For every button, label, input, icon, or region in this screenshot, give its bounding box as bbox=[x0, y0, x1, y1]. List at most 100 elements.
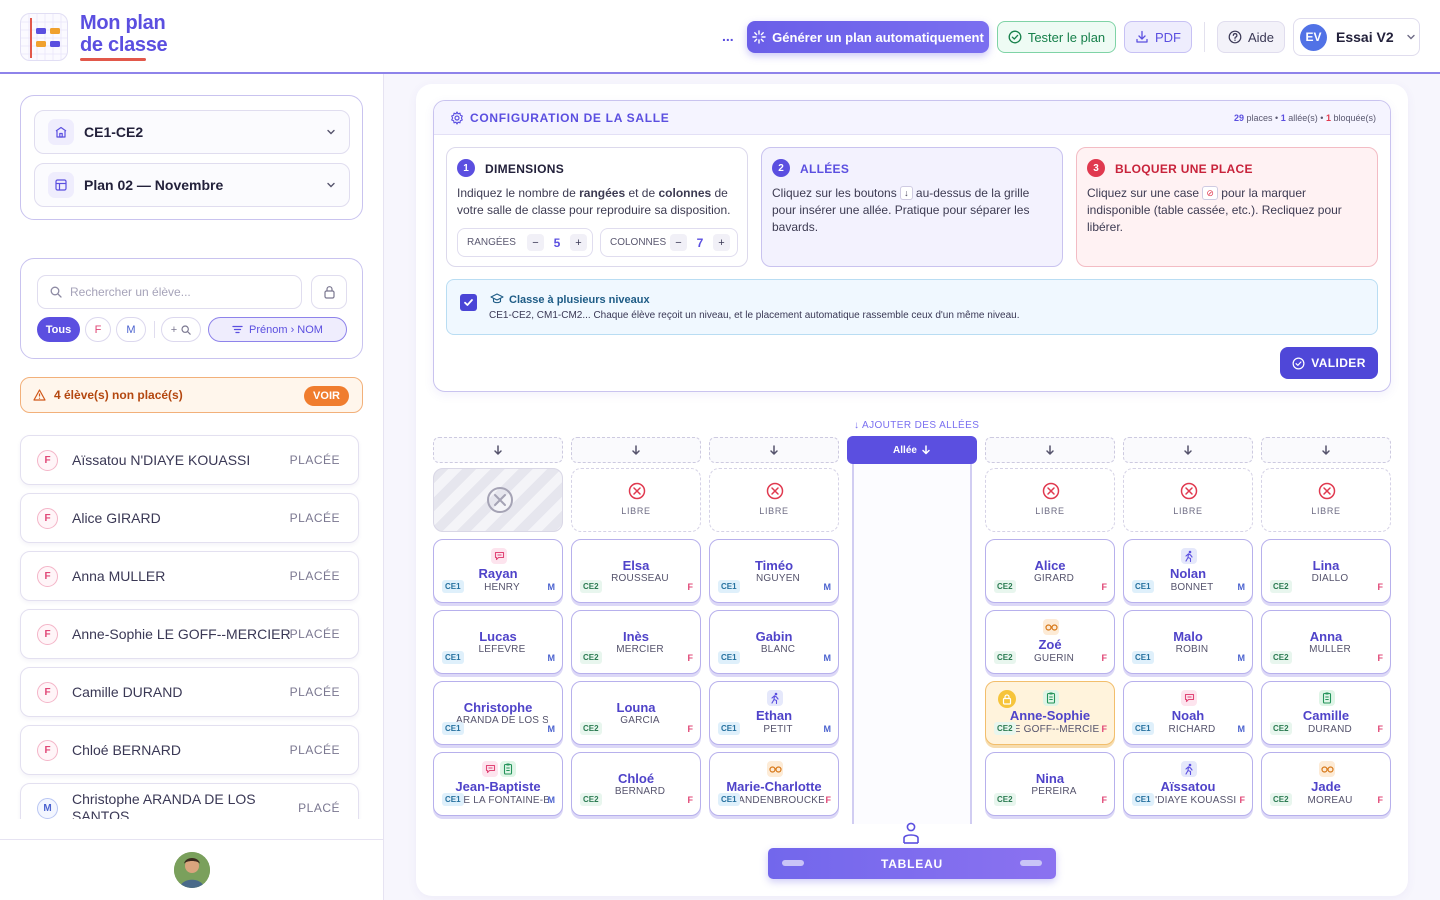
student-list-item[interactable]: F Anne-Sophie LE GOFF--MERCIER PLACÉE bbox=[20, 609, 359, 659]
student-list-item[interactable]: F Chloé BERNARD PLACÉE bbox=[20, 725, 359, 775]
student-seat[interactable]: Gabin BLANC CE1 M bbox=[709, 610, 839, 674]
student-seat[interactable]: Marie-CharlotteVANDENBROUCKE-LEMOINECE1 F bbox=[709, 752, 839, 816]
free-seat[interactable]: LIBRE bbox=[1123, 468, 1253, 532]
student-seat[interactable]: Ethan PETIT CE1 M bbox=[709, 681, 839, 745]
insert-allee-button-col-3[interactable] bbox=[709, 437, 839, 463]
pdf-button[interactable]: PDF bbox=[1124, 21, 1192, 53]
plan-select-value: Plan 02 — Novembre bbox=[84, 177, 224, 193]
help-button[interactable]: Aide bbox=[1217, 21, 1285, 53]
dimensions-title: DIMENSIONS bbox=[485, 162, 565, 176]
student-seat[interactable]: Nolan BONNET CE1 M bbox=[1123, 539, 1253, 603]
arrow-down-icon bbox=[922, 445, 930, 455]
student-seat[interactable]: Timéo NGUYEN CE1 M bbox=[709, 539, 839, 603]
columns-minus-button[interactable]: − bbox=[670, 234, 687, 251]
multi-level-option: Classe à plusieurs niveaux CE1-CE2, CM1-… bbox=[446, 279, 1378, 335]
student-seat[interactable]: Nina PEREIRA CE2 F bbox=[985, 752, 1115, 816]
student-seat[interactable]: Chloé BERNARD CE2 F bbox=[571, 752, 701, 816]
validate-button[interactable]: VALIDER bbox=[1280, 347, 1378, 379]
student-seat[interactable]: Elsa ROUSSEAU CE2 F bbox=[571, 539, 701, 603]
plan-select[interactable]: Plan 02 — Novembre bbox=[34, 163, 350, 207]
rows-stepper[interactable]: RANGÉES − 5 + bbox=[457, 228, 593, 257]
sort-chip[interactable]: Prénom › NOM bbox=[208, 317, 347, 342]
multi-level-checkbox[interactable] bbox=[460, 294, 477, 311]
class-select[interactable]: CE1-CE2 bbox=[34, 110, 350, 154]
rows-plus-button[interactable]: + bbox=[570, 234, 587, 251]
filter-all-chip[interactable]: Tous bbox=[37, 317, 80, 342]
student-seat[interactable]: Louna GARCIA CE2 F bbox=[571, 681, 701, 745]
columns-plus-button[interactable]: + bbox=[713, 234, 730, 251]
student-seat[interactable]: Camille DURAND CE2 F bbox=[1261, 681, 1391, 745]
rows-label: RANGÉES bbox=[467, 237, 516, 248]
blocked-seat[interactable] bbox=[433, 468, 563, 532]
generate-plan-label: Générer un plan automatiquement bbox=[772, 29, 984, 45]
student-list-item[interactable]: F Camille DURAND PLACÉE bbox=[20, 667, 359, 717]
user-name: Essai V2 bbox=[1336, 29, 1394, 45]
student-seat[interactable]: Malo ROBIN CE1 M bbox=[1123, 610, 1253, 674]
student-seat[interactable]: Alice GIRARD CE2 F bbox=[985, 539, 1115, 603]
free-seat[interactable]: LIBRE bbox=[571, 468, 701, 532]
sex-marker: M bbox=[547, 653, 556, 663]
student-first-name: Anna bbox=[1309, 629, 1343, 644]
student-last-name: DURAND bbox=[1308, 724, 1352, 735]
lock-filter-button[interactable] bbox=[311, 275, 347, 309]
student-seat[interactable]: Anne-Sophie LE GOFF--MERCIER CE2 F bbox=[985, 681, 1115, 745]
allee-toggle-button[interactable]: Allée bbox=[847, 436, 977, 464]
student-seat[interactable]: Jade MOREAU CE2 F bbox=[1261, 752, 1391, 816]
rows-minus-button[interactable]: − bbox=[527, 234, 544, 251]
user-menu-button[interactable]: EV Essai V2 bbox=[1293, 18, 1420, 56]
student-list-item[interactable]: M Christophe ARANDA DE LOS SANTOS PLACÉ bbox=[20, 783, 359, 819]
student-seat[interactable]: Zoé GUERIN CE2 F bbox=[985, 610, 1115, 674]
insert-allee-button-col-6[interactable] bbox=[1123, 437, 1253, 463]
add-filter-chip[interactable]: + bbox=[161, 317, 201, 342]
free-seat[interactable]: LIBRE bbox=[1261, 468, 1391, 532]
lock-icon[interactable] bbox=[998, 690, 1016, 708]
level-badge: CE1 bbox=[718, 793, 740, 806]
generate-plan-button[interactable]: Générer un plan automatiquement bbox=[747, 21, 989, 53]
logo-icon bbox=[20, 13, 68, 61]
student-first-name: Zoé bbox=[1038, 637, 1062, 652]
student-last-name: BLANC bbox=[760, 644, 796, 655]
student-seat[interactable]: Anna MULLER CE2 F bbox=[1261, 610, 1391, 674]
filter-female-chip[interactable]: F bbox=[85, 317, 111, 342]
student-seat[interactable]: Aïssatou N'DIAYE KOUASSI CE1 F bbox=[1123, 752, 1253, 816]
glasses-icon bbox=[767, 761, 783, 777]
dimensions-text: Indiquez le nombre de rangées et de colo… bbox=[457, 186, 731, 217]
free-seat[interactable]: LIBRE bbox=[709, 468, 839, 532]
columns-stepper[interactable]: COLONNES − 7 + bbox=[600, 228, 738, 257]
free-seat[interactable]: LIBRE bbox=[985, 468, 1115, 532]
insert-allee-button-col-1[interactable] bbox=[433, 437, 563, 463]
student-seat[interactable]: Jean-BaptisteDE LA FONTAINE-BERTRANDCE1 M bbox=[433, 752, 563, 816]
insert-allee-button-col-5[interactable] bbox=[985, 437, 1115, 463]
insert-allee-button-col-2[interactable] bbox=[571, 437, 701, 463]
student-seat[interactable]: Noah RICHARD CE1 M bbox=[1123, 681, 1253, 745]
voir-button[interactable]: VOIR bbox=[304, 386, 349, 406]
logo-underline bbox=[80, 58, 146, 61]
sex-marker: M bbox=[823, 582, 832, 592]
user-photo-avatar[interactable] bbox=[174, 852, 210, 888]
insert-allee-button-col-7[interactable] bbox=[1261, 437, 1391, 463]
more-menu-button[interactable]: ... bbox=[722, 28, 734, 44]
student-seat[interactable]: Lucas LEFEVRE CE1 M bbox=[433, 610, 563, 674]
unplaced-warning-text: 4 élève(s) non placé(s) bbox=[54, 388, 183, 402]
filter-male-chip[interactable]: M bbox=[116, 317, 146, 342]
sex-badge: F bbox=[37, 739, 58, 761]
student-seat[interactable]: ChristopheARANDA DE LOS SANTOSCE1 M bbox=[433, 681, 563, 745]
level-badge: CE1 bbox=[1132, 580, 1154, 593]
student-list-item[interactable]: F Alice GIRARD PLACÉE bbox=[20, 493, 359, 543]
lock-icon bbox=[323, 286, 335, 299]
class-plan-selector-card: CE1-CE2 Plan 02 — Novembre bbox=[20, 95, 363, 220]
notes-icon bbox=[1319, 690, 1335, 706]
student-search-input[interactable]: Rechercher un élève... bbox=[37, 275, 302, 309]
student-list-item[interactable]: F Aïssatou N'DIAYE KOUASSI PLACÉE bbox=[20, 435, 359, 485]
sex-marker: M bbox=[823, 653, 832, 663]
student-seat[interactable]: Rayan HENRY CE1 M bbox=[433, 539, 563, 603]
student-list-item[interactable]: F Anna MULLER PLACÉE bbox=[20, 551, 359, 601]
student-first-name: Inès bbox=[622, 629, 649, 644]
download-icon bbox=[1136, 30, 1148, 43]
arrow-down-icon bbox=[1046, 444, 1054, 455]
student-seat[interactable]: Lina DIALLO CE2 F bbox=[1261, 539, 1391, 603]
level-badge: CE2 bbox=[994, 722, 1016, 735]
student-seat[interactable]: Inès MERCIER CE2 F bbox=[571, 610, 701, 674]
test-plan-button[interactable]: Tester le plan bbox=[997, 21, 1116, 53]
sex-marker: F bbox=[687, 653, 694, 663]
